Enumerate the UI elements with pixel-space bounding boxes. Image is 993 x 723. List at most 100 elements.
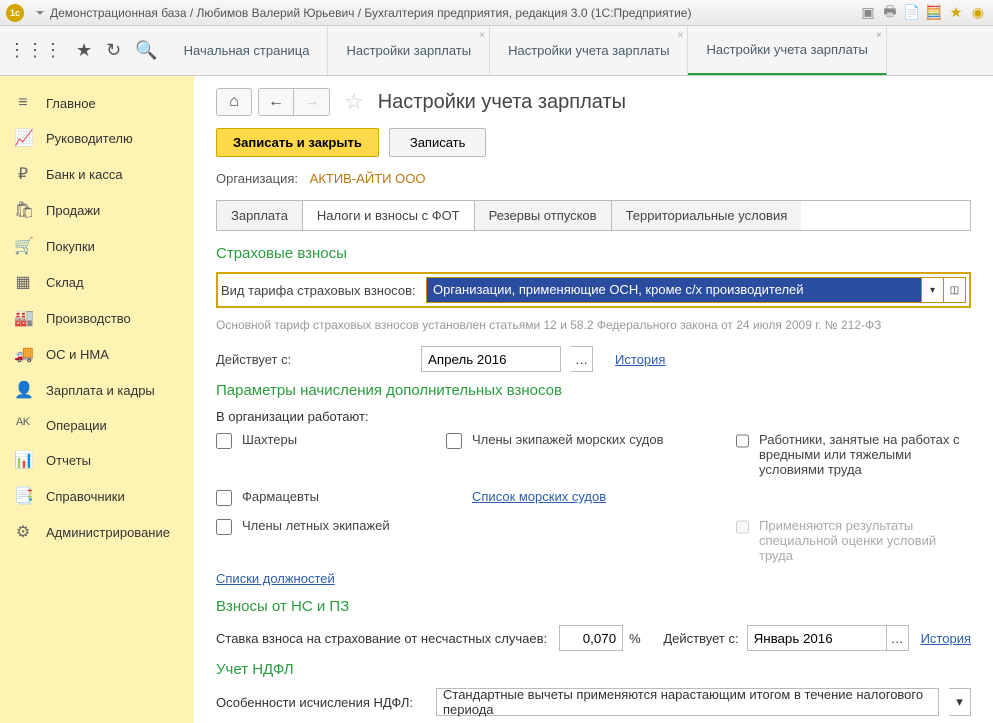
effective-label: Действует с: xyxy=(216,352,411,367)
sidebar-item-4[interactable]: 🛒Покупки xyxy=(0,228,194,264)
tariff-row: Вид тарифа страховых взносов: Организаци… xyxy=(216,272,971,308)
tab-close-icon[interactable]: × xyxy=(678,30,684,41)
chk-flight[interactable]: Члены летных экипажей xyxy=(216,518,436,563)
chk-pharm-box[interactable] xyxy=(216,490,232,506)
star-icon[interactable]: ★ xyxy=(76,40,92,61)
sidebar-icon: ▦ xyxy=(14,272,32,292)
save-button[interactable]: Записать xyxy=(389,128,487,157)
sidebar-icon: ᴬᴷ xyxy=(14,416,32,434)
sidebar-label: Склад xyxy=(46,275,84,290)
top-tab-1[interactable]: Настройки зарплаты× xyxy=(328,26,490,75)
sidebar-item-3[interactable]: 🛍Продажи xyxy=(0,192,194,228)
effective-date-input[interactable] xyxy=(421,346,561,372)
page-title: Настройки учета зарплаты xyxy=(378,91,626,114)
top-tab-0[interactable]: Начальная страница xyxy=(166,26,329,75)
rate-label: Ставка взноса на страхование от несчастн… xyxy=(216,631,547,646)
title-bar: 1c Демонстрационная база / Любимов Валер… xyxy=(0,0,993,26)
sidebar-item-9[interactable]: ᴬᴷ Операции xyxy=(0,408,194,442)
tariff-dropdown-button[interactable]: ▾ xyxy=(922,277,944,303)
ndfl-dropdown-button[interactable]: ▾ xyxy=(949,688,971,716)
chk-hazard-label: Работники, занятые на работах с вредными… xyxy=(759,432,971,477)
section-ndfl: Учет НДФЛ xyxy=(216,661,971,678)
sidebar-icon: ₽ xyxy=(14,164,32,184)
title-dropdown-icon[interactable] xyxy=(36,11,44,15)
sidebar-item-7[interactable]: 🚚ОС и НМА xyxy=(0,336,194,372)
page-tab-3[interactable]: Территориальные условия xyxy=(612,201,802,230)
sea-list-link[interactable]: Список морских судов xyxy=(472,489,606,504)
chk-miners[interactable]: Шахтеры xyxy=(216,432,436,477)
sidebar-label: Зарплата и кадры xyxy=(46,383,155,398)
top-tab-2[interactable]: Настройки учета зарплаты× xyxy=(490,26,688,75)
effective2-label: Действует с: xyxy=(663,631,738,646)
sidebar-label: Руководителю xyxy=(46,131,133,146)
info-icon[interactable]: ◉ xyxy=(969,4,987,22)
chk-pharm[interactable]: Фармацевты xyxy=(216,489,436,506)
chk-sea[interactable]: Члены экипажей морских судов xyxy=(446,432,726,477)
chk-hazard[interactable]: Работники, занятые на работах с вредными… xyxy=(736,432,971,477)
sidebar-label: Операции xyxy=(46,418,107,433)
home-button[interactable]: ⌂ xyxy=(216,88,252,116)
tariff-open-button[interactable]: ◫ xyxy=(944,277,966,303)
history-icon[interactable]: ↻ xyxy=(106,40,121,61)
effective2-input[interactable] xyxy=(747,625,887,651)
tab-close-icon[interactable]: × xyxy=(876,30,882,41)
sidebar-icon: ≡ xyxy=(14,94,32,112)
works-label: В организации работают: xyxy=(216,409,971,424)
sidebar-item-12[interactable]: ⚙Администрирование xyxy=(0,514,194,550)
tb-icon-4[interactable]: 🧮 xyxy=(925,4,943,22)
sidebar-item-1[interactable]: 📈 Руководителю xyxy=(0,120,194,156)
sidebar-item-6[interactable]: 🏭Производство xyxy=(0,300,194,336)
toolbar-buttons: ⋮⋮⋮ ★ ↻ 🔍 xyxy=(0,26,166,75)
sidebar-label: Справочники xyxy=(46,489,125,504)
ndfl-label: Особенности исчисления НДФЛ: xyxy=(216,695,426,710)
sidebar-label: Главное xyxy=(46,96,96,111)
effective2-pick-button[interactable]: … xyxy=(887,625,909,651)
page-tab-1[interactable]: Налоги и взносы с ФОТ xyxy=(303,201,475,230)
search-icon[interactable]: 🔍 xyxy=(135,40,157,61)
page-tab-0[interactable]: Зарплата xyxy=(217,201,303,230)
tb-icon-1[interactable]: ▣ xyxy=(859,4,877,22)
back-button[interactable]: ← xyxy=(258,88,294,116)
tb-icon-3[interactable]: 📄 xyxy=(903,4,921,22)
sidebar-icon: 📊 xyxy=(14,450,32,470)
sidebar-label: Покупки xyxy=(46,239,95,254)
chk-special-box xyxy=(736,519,749,535)
sidebar-item-8[interactable]: 👤Зарплата и кадры xyxy=(0,372,194,408)
top-tabs: ⋮⋮⋮ ★ ↻ 🔍 Начальная страницаНастройки за… xyxy=(0,26,993,76)
sidebar-item-2[interactable]: ₽ Банк и касса xyxy=(0,156,194,192)
section-additional: Параметры начисления дополнительных взно… xyxy=(216,382,971,399)
favorite-icon[interactable]: ★ xyxy=(947,4,965,22)
chk-sea-box[interactable] xyxy=(446,433,462,449)
nav-row: ⌂ ← → ☆ Настройки учета зарплаты xyxy=(216,88,971,116)
forward-button[interactable]: → xyxy=(294,88,330,116)
chk-miners-box[interactable] xyxy=(216,433,232,449)
sidebar: ≡ Главное 📈 Руководителю ₽ Банк и касса 🛍Прода… xyxy=(0,76,194,723)
ndfl-select[interactable]: Стандартные вычеты применяются нарастающ… xyxy=(436,688,939,716)
sidebar-item-11[interactable]: 📑Справочники xyxy=(0,478,194,514)
tb-icon-2[interactable]: 🖶 xyxy=(881,4,899,22)
save-close-button[interactable]: Записать и закрыть xyxy=(216,128,379,157)
chk-hazard-box[interactable] xyxy=(736,433,749,449)
chk-flight-box[interactable] xyxy=(216,519,232,535)
sidebar-label: Администрирование xyxy=(46,525,170,540)
sidebar-icon: 📈 xyxy=(14,128,32,148)
tariff-input[interactable]: Организации, применяющие ОСН, кроме с/х … xyxy=(426,277,922,303)
page-tab-2[interactable]: Резервы отпусков xyxy=(475,201,612,230)
sidebar-label: Банк и касса xyxy=(46,167,123,182)
sidebar-item-10[interactable]: 📊Отчеты xyxy=(0,442,194,478)
bookmark-icon[interactable]: ☆ xyxy=(344,89,364,115)
effective-pick-button[interactable]: … xyxy=(571,346,593,372)
sidebar-item-5[interactable]: ▦ Склад xyxy=(0,264,194,300)
history-link[interactable]: История xyxy=(615,352,665,367)
tab-close-icon[interactable]: × xyxy=(479,30,485,41)
jobs-link[interactable]: Списки должностей xyxy=(216,571,335,586)
sidebar-icon: 🛍 xyxy=(14,200,32,220)
sidebar-item-0[interactable]: ≡ Главное xyxy=(0,86,194,120)
section-insurance: Страховые взносы xyxy=(216,245,971,262)
history2-link[interactable]: История xyxy=(921,631,971,646)
apps-icon[interactable]: ⋮⋮⋮ xyxy=(8,40,62,61)
app-logo-icon: 1c xyxy=(6,4,24,22)
rate-input[interactable] xyxy=(559,625,623,651)
top-tab-3[interactable]: Настройки учета зарплаты× xyxy=(688,26,886,75)
chk-sea-label: Члены экипажей морских судов xyxy=(472,432,664,447)
